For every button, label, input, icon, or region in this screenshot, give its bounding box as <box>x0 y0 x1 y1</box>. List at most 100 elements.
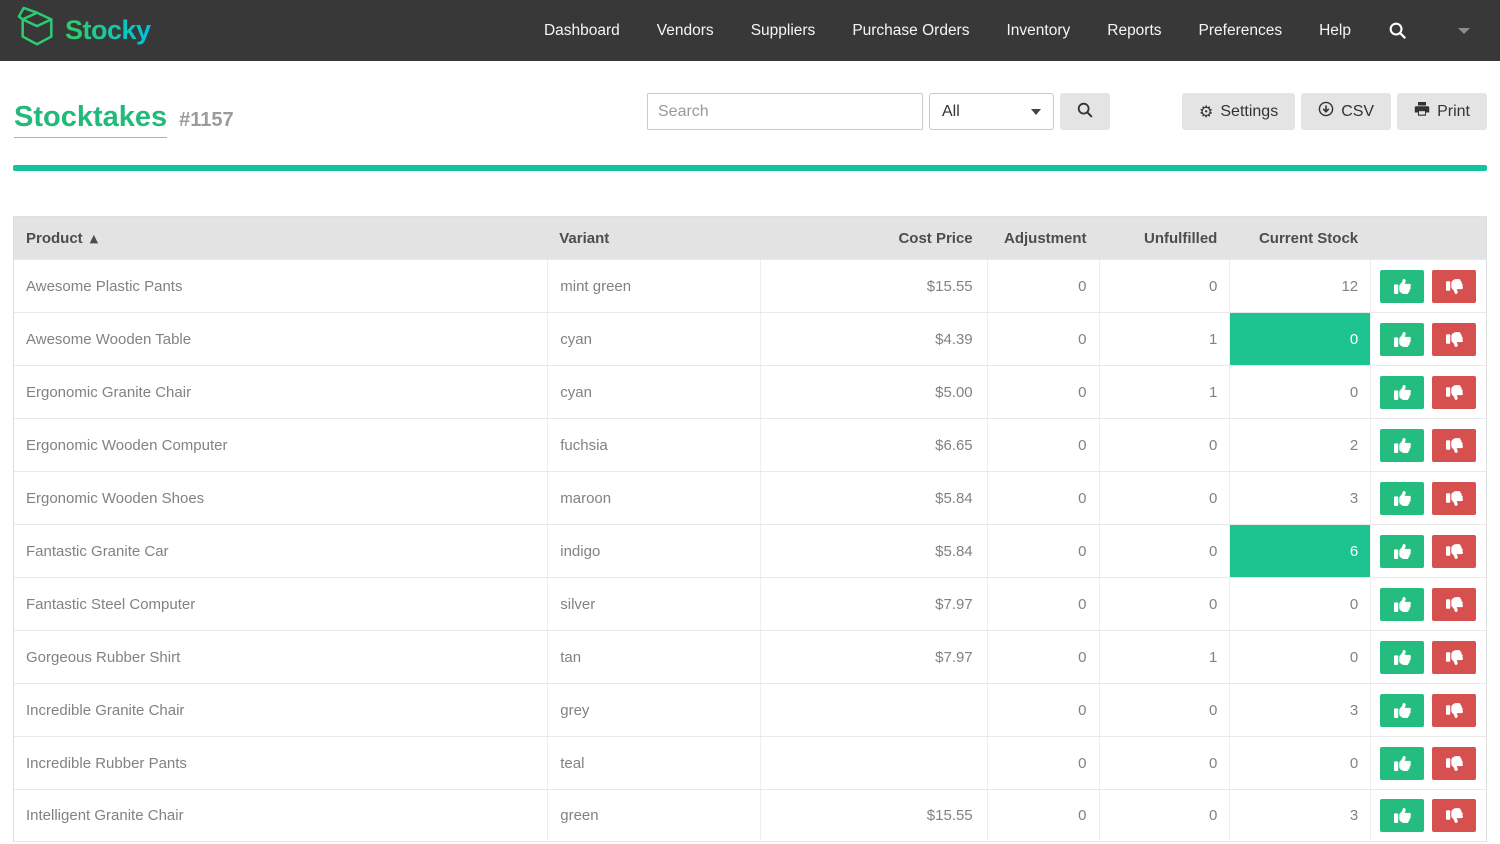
thumbs-down-button[interactable] <box>1432 323 1476 356</box>
search-button[interactable] <box>1060 93 1110 130</box>
thumbs-up-icon <box>1394 807 1411 824</box>
sort-ascending-icon: ▲ <box>90 232 98 245</box>
settings-button[interactable]: ⚙ Settings <box>1182 93 1295 130</box>
unfulfilled-cell: 1 <box>1099 313 1230 365</box>
variant-cell: grey <box>547 684 760 736</box>
unfulfilled-cell: 0 <box>1099 790 1230 841</box>
thumbs-up-button[interactable] <box>1380 482 1424 515</box>
thumbs-down-icon <box>1446 807 1463 824</box>
thumbs-up-icon <box>1394 490 1411 507</box>
thumbs-down-button[interactable] <box>1432 588 1476 621</box>
thumbs-down-button[interactable] <box>1432 482 1476 515</box>
nav-item-help[interactable]: Help <box>1319 22 1351 40</box>
thumbs-up-button[interactable] <box>1380 588 1424 621</box>
column-header-unfulfilled[interactable]: Unfulfilled <box>1099 230 1230 247</box>
nav-item-inventory[interactable]: Inventory <box>1006 22 1070 40</box>
brand-name: Stocky <box>65 15 151 46</box>
product-cell: Fantastic Steel Computer <box>14 578 547 630</box>
variant-cell: green <box>547 790 760 841</box>
product-cell: Awesome Wooden Table <box>14 313 547 365</box>
account-caret-icon[interactable] <box>1458 28 1470 34</box>
thumbs-up-icon <box>1394 596 1411 613</box>
product-cell: Ergonomic Wooden Shoes <box>14 472 547 524</box>
table-row: Awesome Wooden Table cyan $4.39 0 1 0 <box>14 312 1486 365</box>
row-actions <box>1370 684 1486 736</box>
thumbs-down-button[interactable] <box>1432 535 1476 568</box>
title-group: Stocktakes #1157 <box>14 101 234 138</box>
nav-item-preferences[interactable]: Preferences <box>1199 22 1283 40</box>
variant-cell: tan <box>547 631 760 683</box>
csv-button[interactable]: CSV <box>1301 93 1391 130</box>
page-header: Stocktakes #1157 All ⚙ Settings <box>13 61 1487 165</box>
printer-icon <box>1414 101 1430 122</box>
product-cell: Intelligent Granite Chair <box>14 790 547 841</box>
brand[interactable]: Stocky <box>16 6 151 55</box>
thumbs-up-button[interactable] <box>1380 799 1424 832</box>
stocktake-table: Product ▲ Variant Cost Price Adjustment … <box>13 216 1487 842</box>
thumbs-up-button[interactable] <box>1380 270 1424 303</box>
thumbs-down-button[interactable] <box>1432 270 1476 303</box>
unfulfilled-cell: 0 <box>1099 578 1230 630</box>
thumbs-down-button[interactable] <box>1432 429 1476 462</box>
column-header-cost-price[interactable]: Cost Price <box>760 230 987 247</box>
current-stock-cell: 0 <box>1229 366 1370 418</box>
thumbs-up-button[interactable] <box>1380 376 1424 409</box>
nav-item-suppliers[interactable]: Suppliers <box>751 22 816 40</box>
unfulfilled-cell: 1 <box>1099 631 1230 683</box>
thumbs-up-button[interactable] <box>1380 535 1424 568</box>
filter-select[interactable]: All <box>929 93 1054 130</box>
thumbs-up-button[interactable] <box>1380 429 1424 462</box>
cost-price-cell: $5.84 <box>760 525 987 577</box>
thumbs-up-button[interactable] <box>1380 694 1424 727</box>
nav-item-vendors[interactable]: Vendors <box>657 22 714 40</box>
row-actions <box>1370 525 1486 577</box>
current-stock-cell: 0 <box>1229 578 1370 630</box>
product-cell: Fantastic Granite Car <box>14 525 547 577</box>
print-button[interactable]: Print <box>1397 93 1487 130</box>
thumbs-down-button[interactable] <box>1432 747 1476 780</box>
cost-price-cell: $4.39 <box>760 313 987 365</box>
column-header-current-stock[interactable]: Current Stock <box>1229 230 1370 247</box>
thumbs-up-button[interactable] <box>1380 747 1424 780</box>
thumbs-up-icon <box>1394 702 1411 719</box>
adjustment-cell: 0 <box>987 472 1099 524</box>
row-actions <box>1370 578 1486 630</box>
current-stock-cell: 6 <box>1229 525 1370 577</box>
product-cell: Ergonomic Wooden Computer <box>14 419 547 471</box>
thumbs-down-button[interactable] <box>1432 641 1476 674</box>
thumbs-up-button[interactable] <box>1380 641 1424 674</box>
column-header-adjustment[interactable]: Adjustment <box>987 230 1099 247</box>
cost-price-cell: $15.55 <box>760 790 987 841</box>
column-header-variant[interactable]: Variant <box>547 230 760 247</box>
nav-item-dashboard[interactable]: Dashboard <box>544 22 620 40</box>
current-stock-cell: 3 <box>1229 684 1370 736</box>
adjustment-cell: 0 <box>987 684 1099 736</box>
variant-cell: fuchsia <box>547 419 760 471</box>
thumbs-down-button[interactable] <box>1432 376 1476 409</box>
thumbs-up-icon <box>1394 755 1411 772</box>
thumbs-down-icon <box>1446 755 1463 772</box>
unfulfilled-cell: 0 <box>1099 472 1230 524</box>
row-actions <box>1370 260 1486 312</box>
adjustment-cell: 0 <box>987 631 1099 683</box>
current-stock-cell: 3 <box>1229 472 1370 524</box>
variant-cell: silver <box>547 578 760 630</box>
nav-search-icon[interactable] <box>1388 21 1407 40</box>
nav-item-purchase-orders[interactable]: Purchase Orders <box>852 22 969 40</box>
unfulfilled-cell: 0 <box>1099 419 1230 471</box>
column-header-product[interactable]: Product ▲ <box>14 230 547 247</box>
cost-price-cell: $5.00 <box>760 366 987 418</box>
thumbs-down-icon <box>1446 702 1463 719</box>
cost-price-cell <box>760 737 987 789</box>
select-caret-icon <box>1031 109 1041 115</box>
variant-cell: indigo <box>547 525 760 577</box>
cost-price-cell <box>760 684 987 736</box>
page-title[interactable]: Stocktakes <box>14 101 167 138</box>
row-actions <box>1370 366 1486 418</box>
unfulfilled-cell: 0 <box>1099 737 1230 789</box>
thumbs-up-button[interactable] <box>1380 323 1424 356</box>
thumbs-down-button[interactable] <box>1432 694 1476 727</box>
nav-item-reports[interactable]: Reports <box>1107 22 1161 40</box>
thumbs-down-button[interactable] <box>1432 799 1476 832</box>
search-input[interactable] <box>647 93 923 130</box>
